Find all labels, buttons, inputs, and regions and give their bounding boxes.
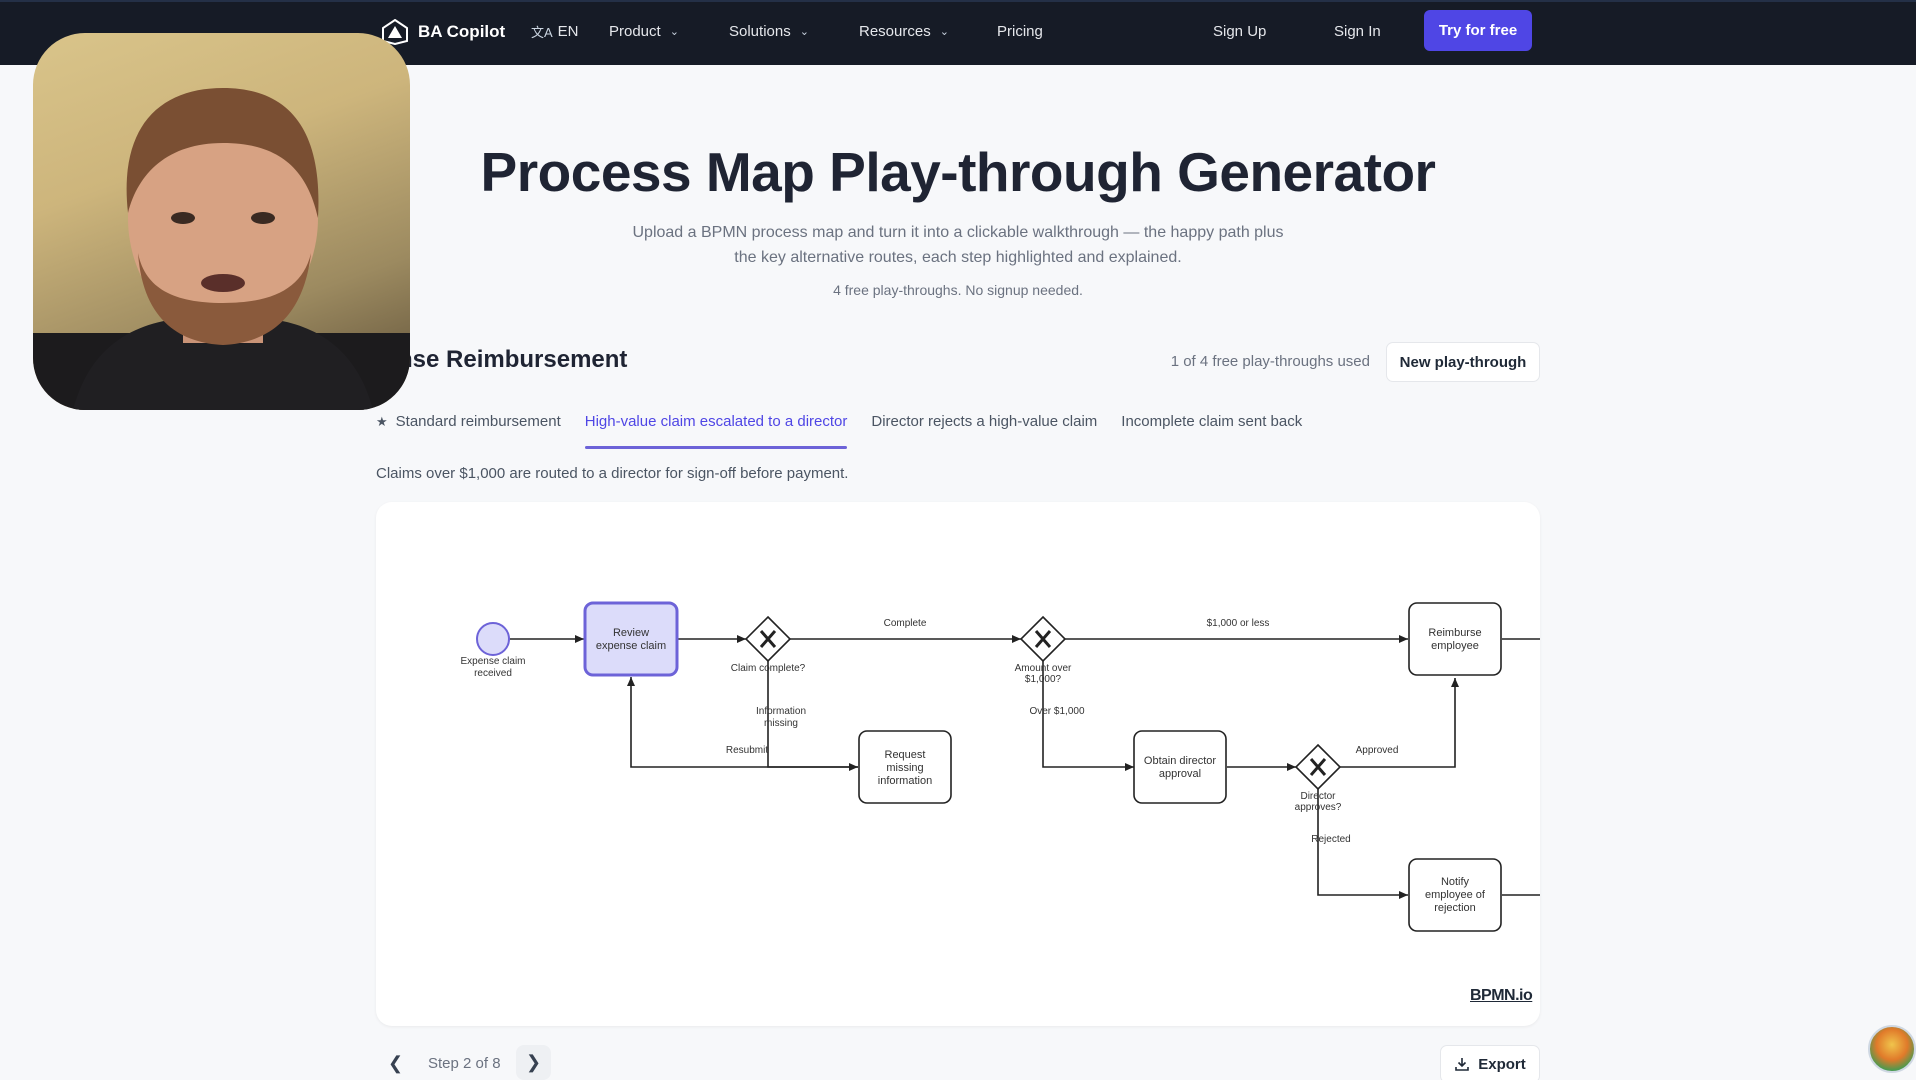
tab-director-rejects[interactable]: Director rejects a high-value claim: [859, 413, 1109, 447]
task-review-expense-claim[interactable]: [583, 601, 679, 677]
flow-resubmit-label: Resubmit: [726, 745, 768, 756]
nav-solutions[interactable]: Solutions ⌄: [729, 2, 809, 61]
presenter-video: [33, 88, 410, 410]
language-label: EN: [557, 23, 579, 40]
sign-in-link[interactable]: Sign In: [1334, 2, 1381, 61]
task-notify-label-2: employee of: [1425, 889, 1486, 901]
page-subtitle: Upload a BPMN process map and turn it in…: [598, 220, 1318, 270]
task-review-label-2: expense claim: [596, 640, 666, 652]
tab-label: Standard reimbursement: [395, 413, 561, 430]
export-label: Export: [1478, 1055, 1526, 1073]
gw1-label: Claim complete?: [731, 663, 806, 674]
language-switcher[interactable]: 文A EN: [531, 2, 579, 61]
download-icon: [1455, 1058, 1470, 1071]
tab-incomplete-claim[interactable]: Incomplete claim sent back: [1109, 413, 1314, 447]
chevron-down-icon: ⌄: [799, 26, 809, 38]
flow-complete-label: Complete: [884, 618, 927, 629]
gw2-label-2: $1,000?: [1025, 674, 1062, 685]
tab-high-value-claim[interactable]: High-value claim escalated to a director: [573, 413, 860, 449]
next-step-button[interactable]: ❯: [516, 1045, 551, 1080]
task-review-label-1: Review: [613, 627, 649, 639]
new-play-through-button[interactable]: New play-through: [1386, 342, 1540, 382]
task-obtain-director-approval[interactable]: [1133, 730, 1227, 804]
start-event[interactable]: [476, 622, 510, 656]
task-reimburse-label-1: Reimburse: [1428, 627, 1481, 639]
task-request-label-1: Request: [885, 749, 926, 761]
nav-product[interactable]: Product ⌄: [609, 2, 679, 61]
try-for-free-button[interactable]: Try for free: [1424, 10, 1532, 51]
assistant-avatar-button[interactable]: [1868, 1025, 1916, 1073]
flow-info-missing-label-2: missing: [764, 718, 798, 729]
nav-resources[interactable]: Resources ⌄: [859, 2, 949, 61]
scenario-tabs: ★ Standard reimbursement High-value claim…: [376, 413, 1314, 449]
webcam-overlay: [33, 33, 410, 410]
chevron-left-icon: ❮: [388, 1053, 404, 1073]
flow-1000-or-less-label: $1,000 or less: [1207, 618, 1270, 629]
task-notify-label-3: rejection: [1434, 902, 1476, 914]
flow-info-missing-label-1: Information: [756, 706, 806, 717]
brand-name: BA Copilot: [418, 21, 506, 41]
nav-resources-label: Resources: [859, 23, 931, 40]
gw3-label-2: approves?: [1295, 802, 1342, 813]
previous-step-button[interactable]: ❮: [388, 1053, 403, 1074]
tab-label: Incomplete claim sent back: [1121, 413, 1303, 430]
nav-product-label: Product: [609, 23, 661, 40]
tab-label: High-value claim escalated to a director: [584, 413, 848, 430]
gateway-director-approves[interactable]: [1294, 743, 1342, 791]
gateway-claim-complete[interactable]: [744, 615, 792, 663]
brand-logo-link[interactable]: BA Copilot: [382, 2, 505, 61]
task-obtain-label-1: Obtain director: [1144, 755, 1216, 767]
export-button[interactable]: Export: [1440, 1045, 1540, 1080]
gateway-amount-over-1000[interactable]: [1019, 615, 1067, 663]
bpmn-diagram-canvas[interactable]: Expense claim received Review expense cl…: [376, 502, 1540, 1026]
bpmn-io-watermark[interactable]: BPMN.io: [1470, 987, 1533, 1005]
flow-approved-label: Approved: [1356, 745, 1399, 756]
chevron-right-icon: ❯: [525, 1052, 542, 1072]
star-icon: ★: [376, 414, 388, 429]
task-reimburse-label-2: employee: [1431, 640, 1479, 652]
usage-counter: 1 of 4 free play-throughs used: [1170, 353, 1370, 370]
scenario-description: Claims over $1,000 are routed to a direc…: [376, 465, 849, 482]
gw2-label-1: Amount over: [1015, 663, 1072, 674]
start-label-2: received: [474, 668, 512, 679]
bpmn-diagram: Expense claim received Review expense cl…: [460, 601, 1540, 932]
gw3-label-1: Director: [1300, 791, 1336, 802]
chevron-down-icon: ⌄: [669, 26, 679, 38]
subtitle-line-1: Upload a BPMN process map and turn it in…: [632, 224, 1284, 241]
tab-standard-reimbursement[interactable]: ★ Standard reimbursement: [376, 413, 573, 447]
tab-label: Director rejects a high-value claim: [871, 413, 1098, 430]
nav-solutions-label: Solutions: [729, 23, 791, 40]
flow-over-1000-label: Over $1,000: [1029, 706, 1084, 717]
task-notify-label-1: Notify: [1441, 876, 1470, 888]
translate-icon: 文A: [531, 25, 553, 40]
sign-up-link[interactable]: Sign Up: [1213, 2, 1266, 61]
task-obtain-label-2: approval: [1159, 768, 1201, 780]
task-request-label-2: missing: [886, 762, 923, 774]
flow-rejected-label: Rejected: [1311, 834, 1350, 845]
subtitle-line-2: the key alternative routes, each step hi…: [734, 249, 1182, 266]
chevron-down-icon: ⌄: [939, 26, 949, 38]
nav-pricing[interactable]: Pricing: [997, 2, 1043, 61]
nav-pricing-label: Pricing: [997, 23, 1043, 40]
task-reimburse-employee[interactable]: [1408, 602, 1502, 676]
step-counter: Step 2 of 8: [428, 1055, 501, 1072]
step-navigation: ❮ Step 2 of 8 ❯ Export: [376, 1045, 1540, 1080]
task-request-label-3: information: [878, 775, 932, 787]
start-label-1: Expense claim: [460, 656, 525, 667]
